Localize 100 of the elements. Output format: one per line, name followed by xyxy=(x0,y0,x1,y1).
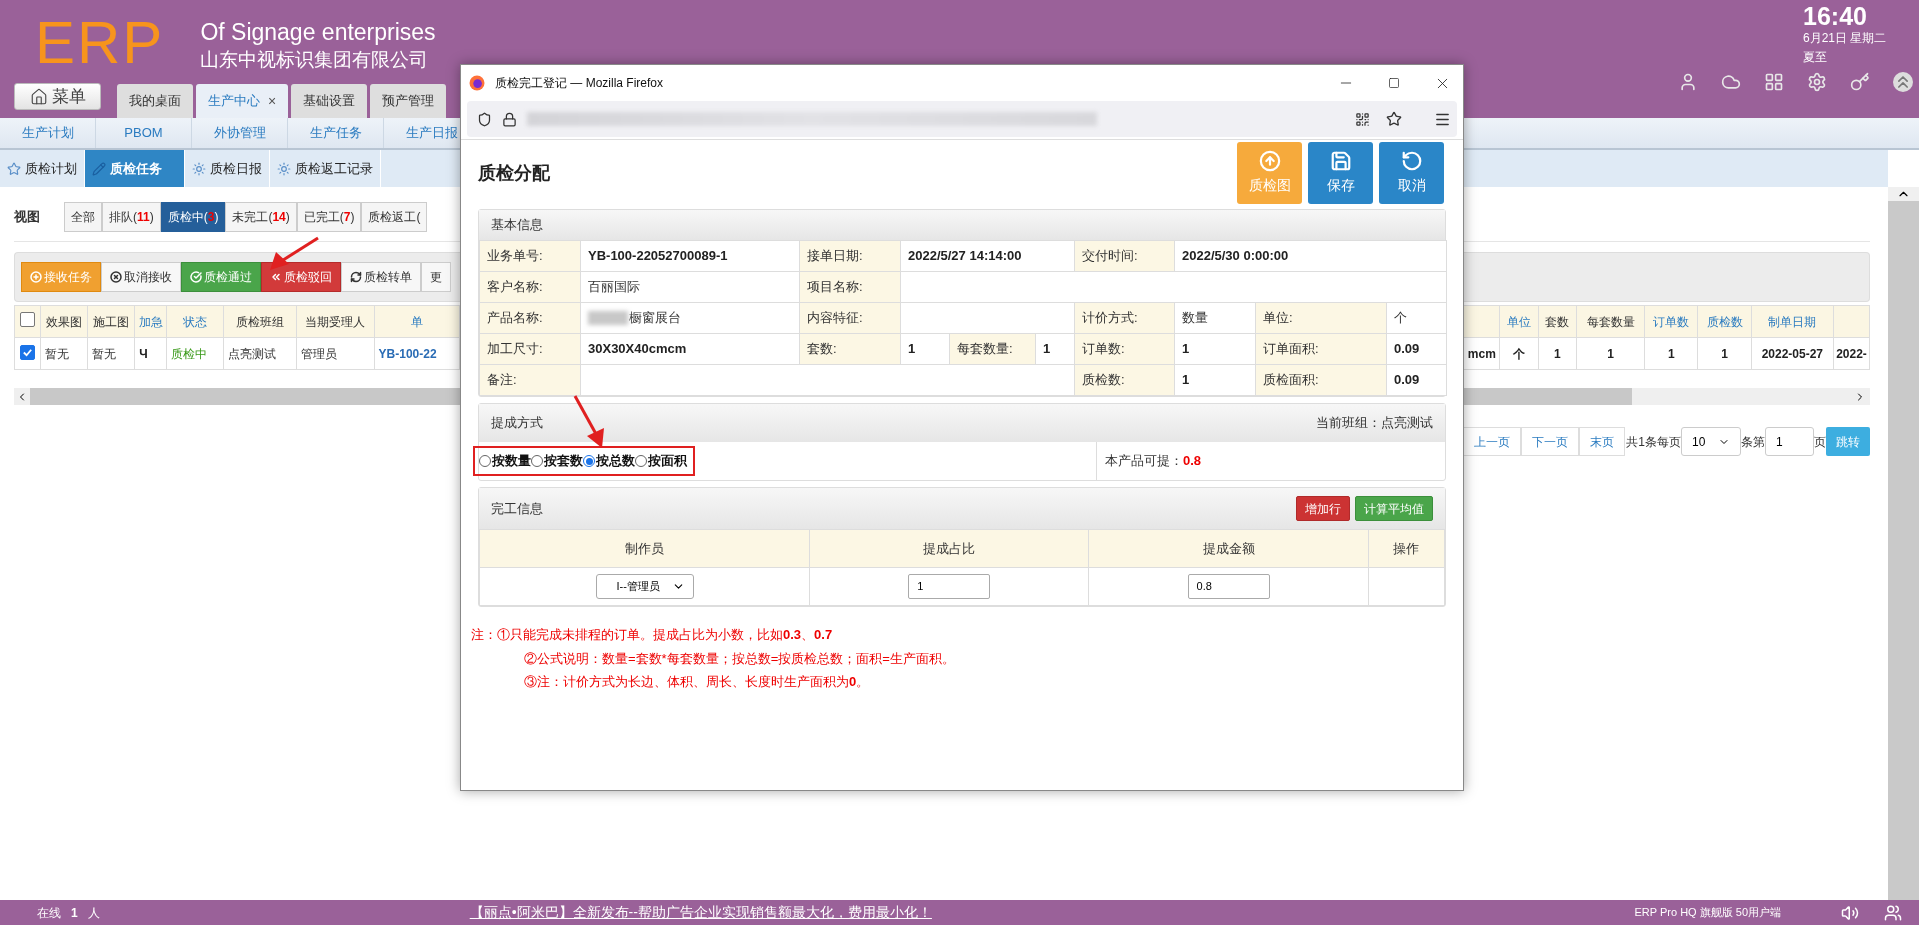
lock-icon[interactable] xyxy=(502,111,517,127)
field-label: 项目名称: xyxy=(807,279,863,295)
toolbar-button[interactable]: 更 xyxy=(421,262,451,292)
online-unit: 人 xyxy=(87,904,100,922)
toolbar-button[interactable]: 质检驳回 xyxy=(261,262,341,292)
action-button[interactable]: 取消 xyxy=(1379,142,1444,204)
pagination-link[interactable]: 末页 xyxy=(1579,427,1626,456)
maker-select[interactable]: I--管理员 xyxy=(595,574,694,599)
transfer-icon xyxy=(350,271,362,283)
submenu-item[interactable]: 生产计划 xyxy=(0,118,96,148)
scroll-up-icon[interactable] xyxy=(1888,187,1919,201)
main-tab[interactable]: 生产中心 × xyxy=(196,84,289,118)
upload-icon xyxy=(1258,150,1281,172)
ratio-input[interactable]: 1 xyxy=(908,574,991,599)
key-icon[interactable] xyxy=(1850,72,1870,92)
qr-code-icon[interactable] xyxy=(1355,111,1370,127)
column-header: 操作 xyxy=(1368,529,1445,568)
table-cell: 点亮测试 xyxy=(223,337,297,370)
home-icon xyxy=(29,87,48,106)
window-title: 质检完工登记 — Mozilla Firefox xyxy=(495,75,664,92)
panel-title: 提成方式 xyxy=(491,414,543,433)
table-cell: 质检中 xyxy=(166,337,224,370)
main-tab[interactable]: 基础设置 xyxy=(291,84,368,118)
checkbox[interactable] xyxy=(20,344,35,360)
module-tab[interactable]: 质检返工记录 xyxy=(270,150,381,187)
bookmark-star-icon[interactable] xyxy=(1386,111,1402,127)
speaker-icon[interactable] xyxy=(1841,903,1859,922)
view-tab[interactable]: 质检返工( xyxy=(361,202,428,232)
pass-icon xyxy=(190,271,202,283)
online-label: 在线 xyxy=(37,904,61,922)
radio-option[interactable]: 按总数 xyxy=(583,451,635,471)
field-label: 计价方式: xyxy=(1082,310,1138,326)
cancel-icon xyxy=(110,271,122,283)
action-button[interactable]: 保存 xyxy=(1308,142,1373,204)
radio-option[interactable]: 按套数 xyxy=(531,451,583,471)
column-header: 单 xyxy=(374,305,460,338)
page-size-select[interactable]: 10 xyxy=(1681,427,1741,456)
column-header: 制作员 xyxy=(479,529,810,568)
panel-button[interactable]: 增加行 xyxy=(1296,496,1350,521)
toolbar-button[interactable]: 取消接收 xyxy=(101,262,181,292)
user-icon[interactable] xyxy=(1678,72,1698,92)
module-tab[interactable]: 质检日报 xyxy=(185,150,270,187)
field-label: 订单数: xyxy=(1082,341,1125,357)
column-header: 提成金额 xyxy=(1088,529,1369,568)
column-header: 提成占比 xyxy=(809,529,1089,568)
field-label: 内容特征: xyxy=(807,310,863,326)
accept-icon xyxy=(30,271,42,283)
view-tab[interactable]: 排队(11) xyxy=(102,202,161,232)
table-cell: 暂无 xyxy=(40,337,88,370)
users-icon[interactable] xyxy=(1884,903,1902,922)
company-name: 山东中视标识集团有限公司 xyxy=(200,48,430,72)
pagination-text: 页 xyxy=(1814,433,1826,451)
field-label: 套数: xyxy=(807,341,837,357)
column-header: 单位 xyxy=(1499,305,1539,338)
pagination-link[interactable]: 上一页 xyxy=(1463,427,1522,456)
toolbar-button[interactable]: 质检转单 xyxy=(341,262,421,292)
shield-icon[interactable] xyxy=(477,111,492,127)
maximize-button[interactable] xyxy=(1388,77,1400,89)
radio-option[interactable]: 按面积 xyxy=(635,451,687,471)
grid-icon[interactable] xyxy=(1764,72,1784,92)
panel-title: 完工信息 xyxy=(491,499,543,518)
field-value: 数量 xyxy=(1182,310,1208,326)
submenu-item[interactable]: 外协管理 xyxy=(192,118,288,148)
checkbox[interactable] xyxy=(20,311,35,327)
field-value: 1 xyxy=(1182,372,1190,388)
main-tab[interactable]: 我的桌面 xyxy=(117,84,193,118)
panel-title: 基本信息 xyxy=(491,216,543,235)
settings-icon[interactable] xyxy=(1807,72,1827,92)
view-tab[interactable]: 未完工(14) xyxy=(225,202,297,232)
view-tab[interactable]: 全部 xyxy=(64,202,102,232)
field-label: 订单面积: xyxy=(1263,341,1319,357)
field-value: YB-100-22052700089-1 xyxy=(588,248,728,264)
announcement-link[interactable]: 【丽点•阿米巴】全新发布--帮助广告企业实现销售额最大化，费用最小化！ xyxy=(469,902,932,923)
column-header: 质检数 xyxy=(1697,305,1752,338)
module-tab[interactable]: 质检任务 xyxy=(85,150,185,187)
column-header: 订单数 xyxy=(1644,305,1698,338)
submenu-item[interactable]: 生产任务 xyxy=(288,118,384,148)
menu-button[interactable]: 菜单 xyxy=(14,83,101,110)
field-label: 接单日期: xyxy=(807,248,863,264)
date-text: 6月21日 星期二 xyxy=(1803,30,1888,46)
collapse-icon[interactable] xyxy=(1893,72,1913,92)
main-tab[interactable]: 预产管理 xyxy=(370,84,447,118)
close-tab-button[interactable]: × xyxy=(268,90,277,112)
column-header: 套数 xyxy=(1538,305,1577,338)
table-cell: 1 xyxy=(1644,337,1698,370)
view-tab[interactable]: 已完工(7) xyxy=(296,202,362,232)
page-title: 质检分配 xyxy=(478,161,550,185)
payable-label: 本产品可提： xyxy=(1105,452,1183,471)
amount-input[interactable]: 0.8 xyxy=(1187,574,1270,599)
view-tab[interactable]: 质检中(3) xyxy=(160,202,226,232)
submenu-item[interactable]: PBOM xyxy=(96,118,192,148)
radio-option[interactable]: 按数量 xyxy=(479,451,531,471)
note-text: ②公式说明：数量=套数*每套数量；按总数=按质检总数；面积=生产面积。 xyxy=(524,649,956,668)
page-number-input[interactable]: 1 xyxy=(1765,427,1814,456)
field-label: 业务单号: xyxy=(487,248,543,264)
field-value: 2022/5/27 14:14:00 xyxy=(908,248,1022,264)
field-value: 橱窗展台 xyxy=(629,309,681,328)
field-label: 质检数: xyxy=(1082,372,1125,388)
pagination-link[interactable]: 下一页 xyxy=(1521,427,1580,456)
pagination-text: 条第 xyxy=(1741,433,1765,451)
